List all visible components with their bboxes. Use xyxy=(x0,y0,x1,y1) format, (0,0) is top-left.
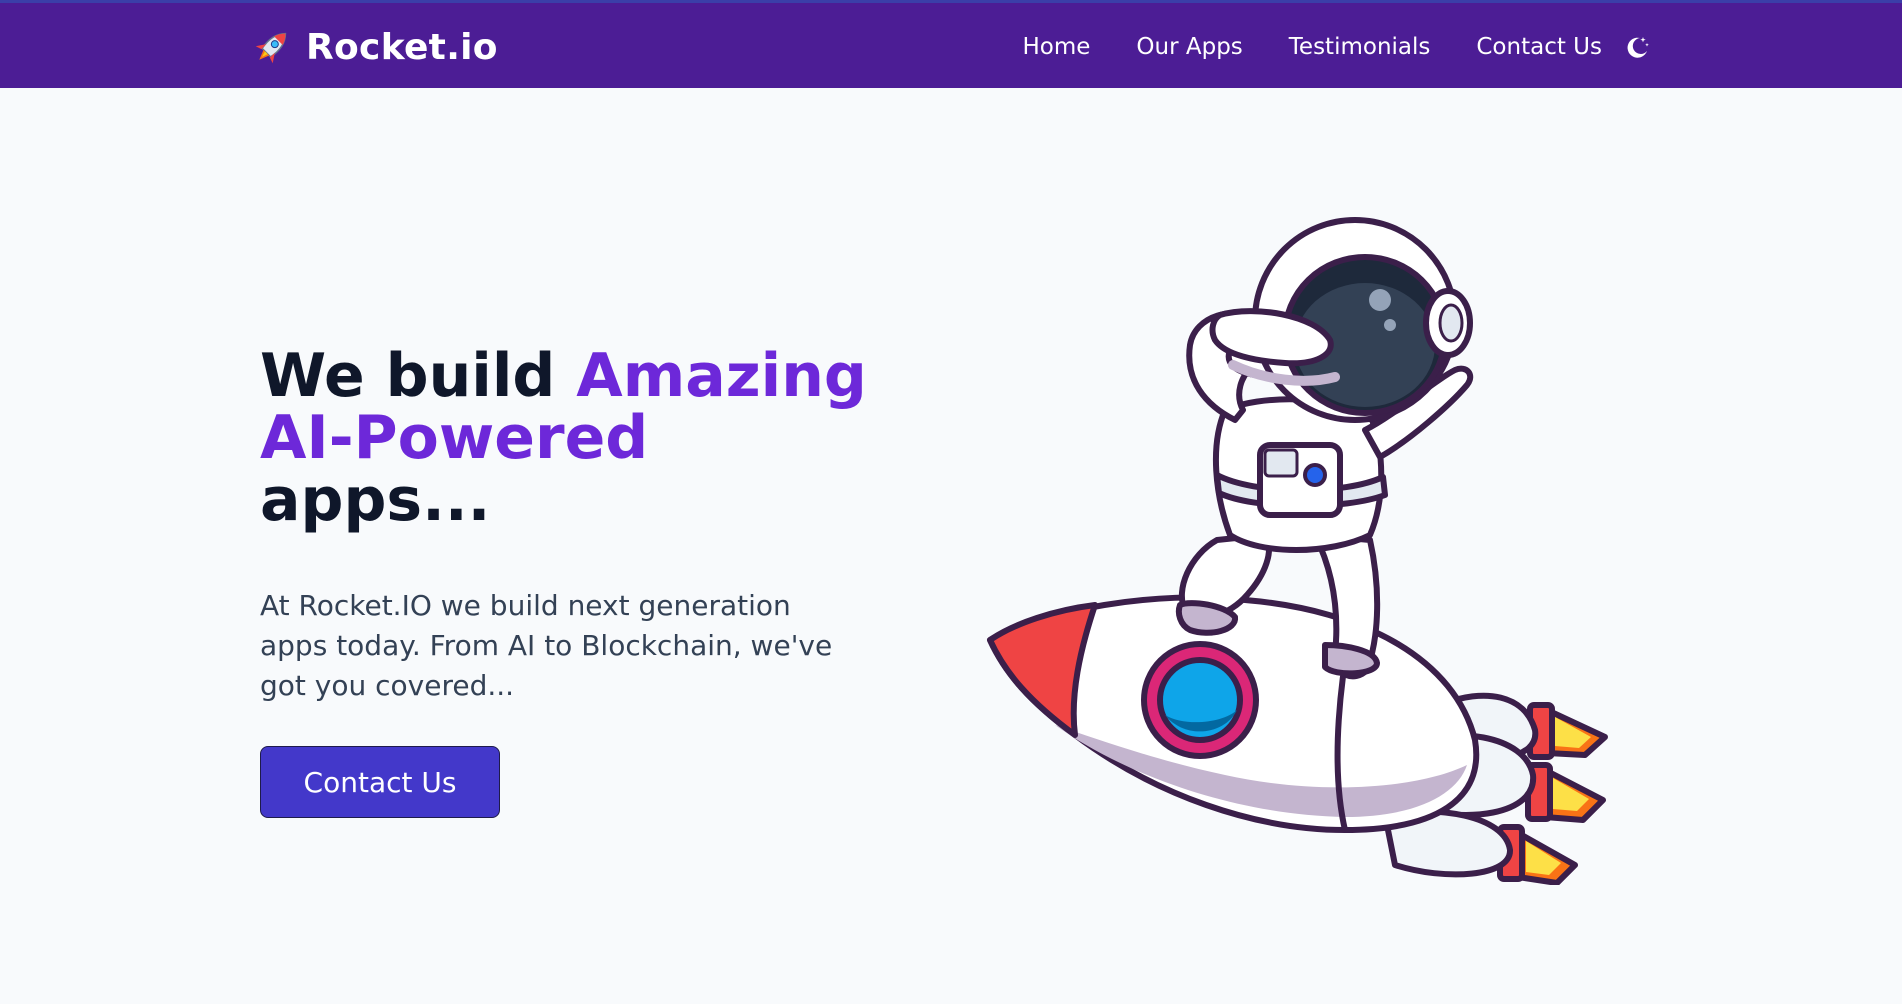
rocket-icon xyxy=(255,32,287,64)
hero-title: We build Amazing AI-Powered apps... xyxy=(260,345,880,531)
nav-link-our-apps[interactable]: Our Apps xyxy=(1136,34,1242,60)
hero-title-part2: apps... xyxy=(260,465,491,535)
astronaut-rocket-illustration xyxy=(987,217,1608,885)
brand-logo[interactable]: Rocket.io xyxy=(250,25,498,69)
hero-description: At Rocket.IO we build next generation ap… xyxy=(260,589,833,702)
contact-us-button[interactable]: Contact Us xyxy=(260,746,500,818)
brand-name: Rocket.io xyxy=(306,26,498,68)
navbar: Rocket.io Home Our Apps Testimonials Con… xyxy=(0,0,1902,88)
nav-link-testimonials[interactable]: Testimonials xyxy=(1289,34,1431,60)
nav-link-contact-us[interactable]: Contact Us xyxy=(1476,34,1602,60)
nav-link-home[interactable]: Home xyxy=(1022,34,1090,60)
theme-toggle-button[interactable] xyxy=(1622,32,1652,62)
hero-section: We build Amazing AI-Powered apps... At R… xyxy=(260,345,880,818)
moon-stars-icon xyxy=(1627,37,1649,58)
hero-title-part1: We build xyxy=(260,341,577,411)
nav-links: Home Our Apps Testimonials Contact Us xyxy=(1022,25,1652,69)
